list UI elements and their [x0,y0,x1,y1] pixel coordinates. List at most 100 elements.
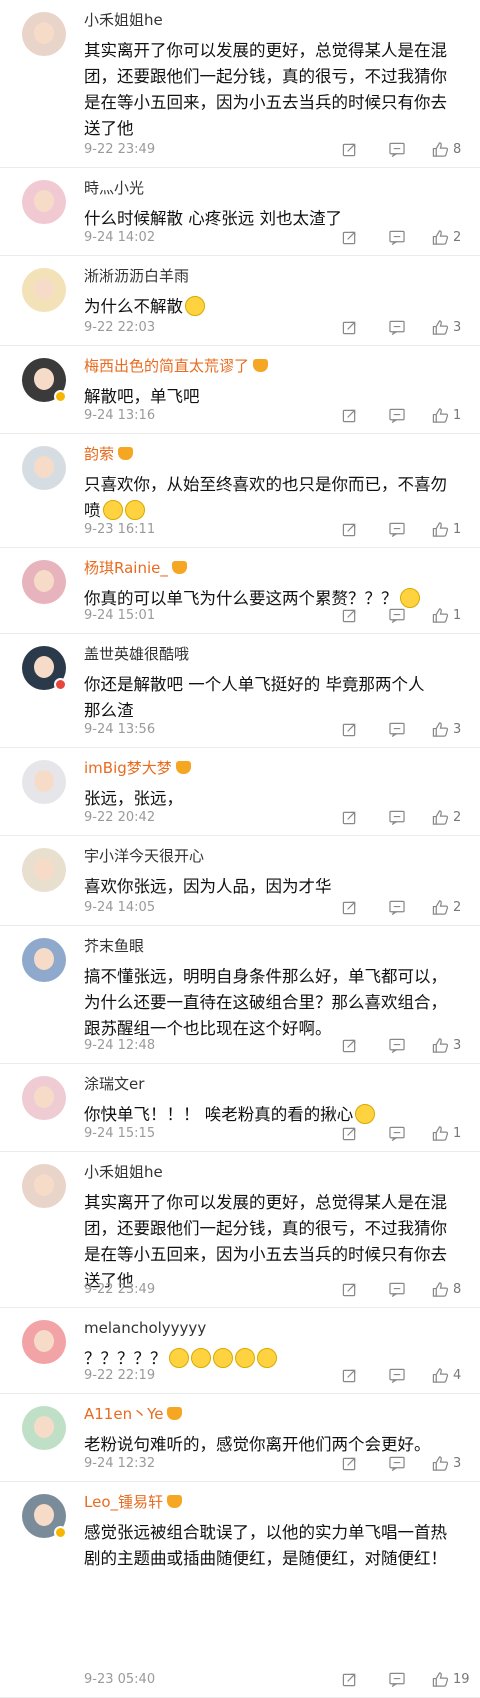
comment-icon[interactable] [389,1368,405,1383]
thumbs-up-icon[interactable] [432,721,449,738]
username-text[interactable]: A11en丶Ye [84,1405,163,1423]
avatar[interactable] [22,1320,66,1364]
thumbs-up-icon[interactable] [432,1125,449,1142]
avatar[interactable] [22,1164,66,1208]
share-icon[interactable] [342,1038,357,1053]
share-icon[interactable] [342,608,357,623]
comment-item: melancholyyyyy？？？？？ 9-22 22:19 4 [0,1308,480,1394]
username[interactable]: 小禾姐姐he [84,10,163,30]
comment-icon[interactable] [389,1126,405,1141]
avatar[interactable] [22,1076,66,1120]
avatar[interactable] [22,1406,66,1450]
comment-footer: 9-24 13:56 3 [84,720,480,740]
share-icon[interactable] [342,408,357,423]
username[interactable]: melancholyyyyy [84,1318,206,1338]
comment-icon[interactable] [389,320,405,335]
username[interactable]: 梅西出色的简直太荒谬了 [84,356,269,376]
share-icon[interactable] [342,900,357,915]
like-count: 2 [453,900,462,915]
comment-icon[interactable] [389,900,405,915]
thumbs-up-icon[interactable] [432,319,449,336]
avatar[interactable] [22,760,66,804]
timestamp: 9-22 22:19 [84,1368,156,1383]
username-text[interactable]: Leo_锺易轩 [84,1493,163,1511]
username[interactable]: 淅淅沥沥白羊雨 [84,266,189,286]
thumbs-up-icon[interactable] [432,1671,449,1688]
username-text[interactable]: 淅淅沥沥白羊雨 [84,267,189,285]
thumbs-up-icon[interactable] [432,1367,449,1384]
thumbs-up-icon[interactable] [432,1455,449,1472]
share-icon[interactable] [342,1282,357,1297]
like-count: 2 [453,230,462,245]
like-count: 3 [453,320,462,335]
thumbs-up-icon[interactable] [432,1037,449,1054]
thumbs-up-icon[interactable] [432,521,449,538]
comment-item: 小禾姐姐he 其实离开了你可以发展的更好，总觉得某人是在混 团，还要跟他们一起分钱，… [0,1152,480,1308]
comment-text: 其实离开了你可以发展的更好，总觉得某人是在混 团，还要跟他们一起分钱，真的很亏，不… [84,38,464,142]
username[interactable]: 涂瑞文er [84,1074,144,1094]
comment-icon[interactable] [389,1038,405,1053]
username[interactable]: 盖世英雄很酷哦 [84,644,189,664]
share-icon[interactable] [342,522,357,537]
username-text[interactable]: 芥末鱼眼 [84,937,144,955]
username[interactable]: A11en丶Ye [84,1404,183,1424]
username[interactable]: 杨琪Rainie_ [84,558,187,578]
emoji-icon [124,500,145,520]
comment-text-line: 团，还要跟他们一起分钱，真的很亏，不过我猜你 [84,67,447,86]
username-text[interactable]: 盖世英雄很酷哦 [84,645,189,663]
share-icon[interactable] [342,142,357,157]
share-icon[interactable] [342,1126,357,1141]
username-text[interactable]: melancholyyyyy [84,1319,206,1337]
username-text[interactable]: 梅西出色的简直太荒谬了 [84,357,249,375]
share-icon[interactable] [342,1672,357,1687]
share-icon[interactable] [342,320,357,335]
thumbs-up-icon[interactable] [432,809,449,826]
username-text[interactable]: imBig梦大梦 [84,759,172,777]
thumbs-up-icon[interactable] [432,607,449,624]
timestamp: 9-23 05:40 [84,1672,156,1687]
avatar[interactable] [22,180,66,224]
username[interactable]: 宇小洋今天很开心 [84,846,204,866]
share-icon[interactable] [342,1456,357,1471]
comment-icon[interactable] [389,142,405,157]
username[interactable]: 小禾姐姐he [84,1162,163,1182]
thumbs-up-icon[interactable] [432,229,449,246]
thumbs-up-icon[interactable] [432,899,449,916]
avatar[interactable] [22,848,66,892]
username[interactable]: Leo_锺易轩 [84,1492,182,1512]
thumbs-up-icon[interactable] [432,141,449,158]
comment-icon[interactable] [389,722,405,737]
avatar[interactable] [22,446,66,490]
comment-icon[interactable] [389,1456,405,1471]
avatar[interactable] [22,938,66,982]
username-text[interactable]: 小禾姐姐he [84,1163,163,1181]
username-text[interactable]: 杨琪Rainie_ [84,559,168,577]
comment-footer: 9-24 14:02 2 [84,228,480,248]
thumbs-up-icon[interactable] [432,407,449,424]
comment-footer: 9-22 23:49 8 [84,1280,480,1300]
thumbs-up-icon[interactable] [432,1281,449,1298]
username-text[interactable]: 小禾姐姐he [84,11,163,29]
share-icon[interactable] [342,722,357,737]
username-text[interactable]: 宇小洋今天很开心 [84,847,204,865]
username[interactable]: 韵萦 [84,444,134,464]
comment-icon[interactable] [389,1672,405,1687]
username-text[interactable]: 時灬小光 [84,179,144,197]
username-text[interactable]: 韵萦 [84,445,114,463]
avatar[interactable] [22,268,66,312]
comment-icon[interactable] [389,408,405,423]
share-icon[interactable] [342,1368,357,1383]
share-icon[interactable] [342,810,357,825]
comment-icon[interactable] [389,230,405,245]
avatar[interactable] [22,560,66,604]
comment-icon[interactable] [389,608,405,623]
username[interactable]: 時灬小光 [84,178,144,198]
comment-icon[interactable] [389,522,405,537]
username[interactable]: 芥末鱼眼 [84,936,144,956]
username-text[interactable]: 涂瑞文er [84,1075,144,1093]
comment-icon[interactable] [389,1282,405,1297]
avatar[interactable] [22,12,66,56]
username[interactable]: imBig梦大梦 [84,758,191,778]
share-icon[interactable] [342,230,357,245]
comment-icon[interactable] [389,810,405,825]
